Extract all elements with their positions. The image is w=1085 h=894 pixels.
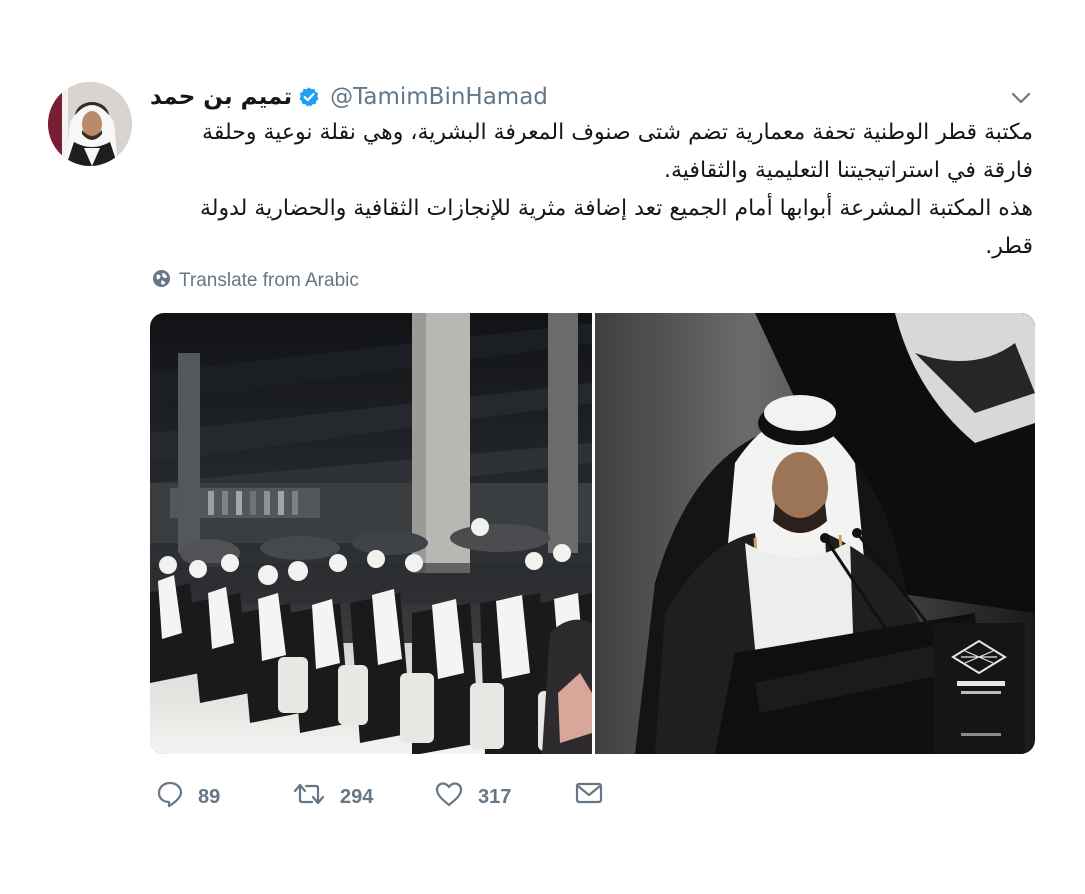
- translate-label: Translate from Arabic: [179, 270, 359, 291]
- reply-button[interactable]: 89: [156, 780, 220, 814]
- tweet-paragraph: هذه المكتبة المشرعة أبوابها أمام الجميع …: [199, 196, 1033, 259]
- user-handle[interactable]: @TamimBinHamad: [330, 84, 548, 110]
- tweet-header: تميم بن حمد @TamimBinHamad: [150, 80, 548, 114]
- reply-count: 89: [198, 785, 221, 808]
- speaker-photo[interactable]: [595, 313, 1035, 754]
- translate-link[interactable]: Translate from Arabic: [152, 268, 359, 294]
- retweet-button[interactable]: 294: [292, 780, 373, 814]
- retweet-icon: [292, 780, 326, 814]
- avatar-image: [48, 82, 132, 166]
- like-button[interactable]: 317: [434, 780, 511, 814]
- tweet-text: مكتبة قطر الوطنية تحفة معمارية تضم شتى ص…: [150, 114, 1033, 266]
- chevron-down-icon[interactable]: [1010, 88, 1032, 108]
- heart-icon: [434, 780, 464, 814]
- display-name[interactable]: تميم بن حمد: [150, 84, 292, 110]
- tweet: تميم بن حمد @TamimBinHamad مكتبة قطر الو…: [0, 0, 1085, 894]
- tweet-media: [150, 313, 1035, 754]
- globe-icon: [152, 269, 171, 294]
- envelope-icon: [574, 780, 604, 812]
- retweet-count: 294: [340, 785, 374, 808]
- verified-badge-icon: [298, 86, 320, 108]
- audience-photo[interactable]: [150, 313, 592, 754]
- direct-message-button[interactable]: [574, 780, 604, 812]
- like-count: 317: [478, 785, 512, 808]
- reply-icon: [156, 780, 184, 814]
- tweet-paragraph: مكتبة قطر الوطنية تحفة معمارية تضم شتى ص…: [202, 120, 1033, 183]
- avatar[interactable]: [48, 82, 132, 166]
